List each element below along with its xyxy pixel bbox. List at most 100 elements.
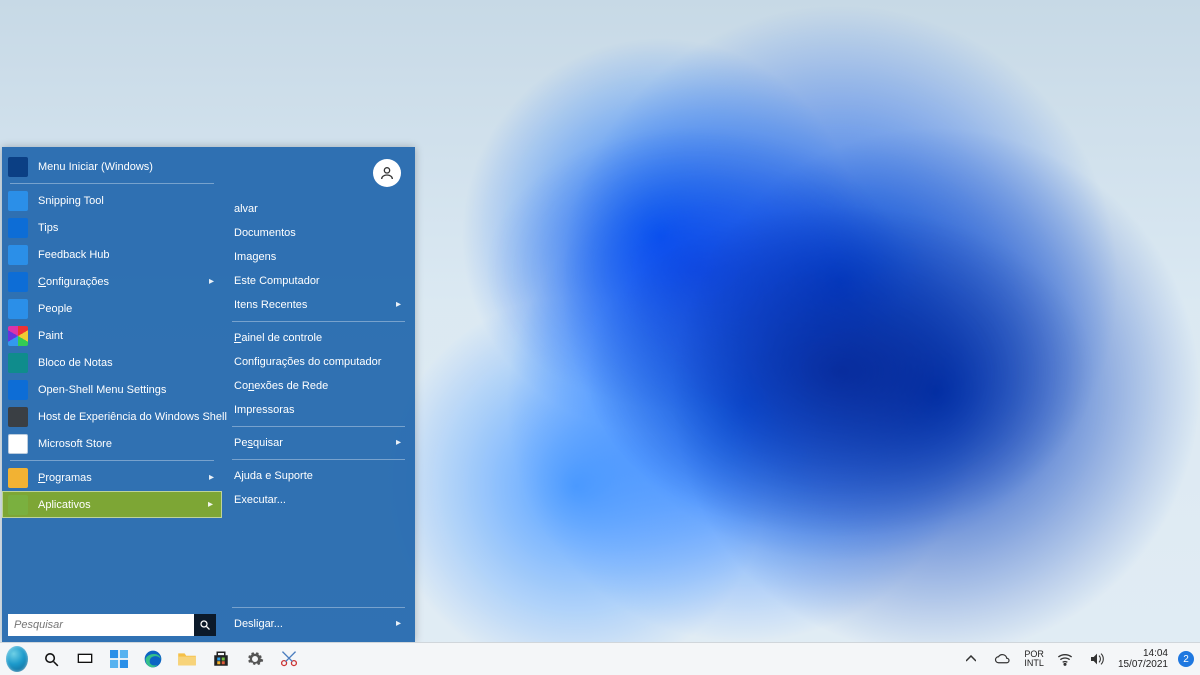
task-view-icon [77,652,93,666]
taskbar: POR INTL 14:04 15/07/2021 2 [0,642,1200,675]
pinned-app-item[interactable]: Aplicativos [2,491,222,518]
pinned-app-item[interactable]: Menu Iniciar (Windows) [2,153,222,180]
palette-icon [8,326,28,346]
start-tile-icon [8,157,28,177]
pinned-app-item[interactable]: Configurações [2,268,222,295]
divider [232,607,405,608]
task-view-button[interactable] [74,648,96,670]
lightbulb-icon [8,218,28,238]
search-input[interactable] [8,614,194,636]
places-item-label: Ajuda e Suporte [234,470,313,482]
snip-icon [279,650,299,668]
places-item-label: Itens Recentes [234,299,307,311]
places-item[interactable]: Pesquisar [228,431,409,455]
places-item-label: Este Computador [234,275,320,287]
places-item[interactable]: Imagens [228,245,409,269]
pinned-app-item[interactable]: Host de Experiência do Windows Shell [2,403,222,430]
gear-icon [8,272,28,292]
pinned-apps-list: Menu Iniciar (Windows) Snipping Tool Tips F… [2,147,222,610]
start-button[interactable] [6,648,28,670]
weather-button[interactable] [992,648,1014,670]
folder-icon [177,651,197,667]
places-item-label: Executar... [234,494,286,506]
places-item[interactable]: Configurações do computador [228,350,409,374]
menu-item-label: Aplicativos [38,499,91,511]
volume-button[interactable] [1086,648,1108,670]
folder-icon [8,468,28,488]
shell-icon [8,380,28,400]
places-item[interactable]: Conexões de Rede [228,374,409,398]
places-item-label: Pesquisar [234,437,283,449]
clock[interactable]: 14:04 15/07/2021 [1118,648,1168,670]
menu-item-label: Microsoft Store [38,438,112,450]
menu-item-label: Snipping Tool [38,195,104,207]
menu-item-label: Programas [38,472,92,484]
edge-button[interactable] [142,648,164,670]
pinned-app-item[interactable]: Paint [2,322,222,349]
menu-item-label: Open-Shell Menu Settings [38,384,166,396]
taskbar-pinned [6,648,300,670]
places-item[interactable]: Painel de controle [228,326,409,350]
language-indicator[interactable]: POR INTL [1024,650,1044,668]
pinned-app-item[interactable]: People [2,295,222,322]
people-icon [8,299,28,319]
taskbar-search-button[interactable] [40,648,62,670]
divider [10,183,214,184]
places-item[interactable]: Impressoras [228,398,409,422]
places-item-label: Imagens [234,251,276,263]
places-item-label: Impressoras [234,404,295,416]
chevron-up-icon [966,655,976,663]
store-button[interactable] [210,648,232,670]
snip-button[interactable] [278,648,300,670]
divider [232,426,405,427]
places-item[interactable]: Executar... [228,488,409,512]
person-icon [8,245,28,265]
pinned-app-item[interactable]: Bloco de Notas [2,349,222,376]
widgets-button[interactable] [108,648,130,670]
file-explorer-button[interactable] [176,648,198,670]
start-menu-right-column: alvar Documentos Imagens Este Computador It… [222,147,415,642]
user-name-item[interactable]: alvar [228,197,409,221]
pinned-app-item[interactable]: Snipping Tool [2,187,222,214]
user-avatar[interactable] [373,159,401,187]
start-menu: Menu Iniciar (Windows) Snipping Tool Tips F… [2,147,415,642]
wifi-icon [1057,652,1073,666]
user-row [228,155,409,197]
time-label: 14:04 [1143,648,1168,659]
places-item[interactable]: Documentos [228,221,409,245]
date-label: 15/07/2021 [1118,659,1168,670]
pinned-app-item[interactable]: Programas [2,464,222,491]
magnifier-icon [43,651,60,668]
gear-icon [246,650,264,668]
menu-item-label: People [38,303,72,315]
notification-badge[interactable]: 2 [1178,651,1194,667]
settings-button[interactable] [244,648,266,670]
menu-item-label: Menu Iniciar (Windows) [38,161,153,173]
speaker-icon [1089,652,1105,666]
menu-item-label: Bloco de Notas [38,357,113,369]
cloud-icon [994,652,1012,666]
divider [10,460,214,461]
pinned-app-item[interactable]: Feedback Hub [2,241,222,268]
places-item[interactable]: Itens Recentes [228,293,409,317]
places-item[interactable]: Este Computador [228,269,409,293]
pinned-app-item[interactable]: Microsoft Store [2,430,222,457]
search-button[interactable] [194,614,216,636]
wifi-button[interactable] [1054,648,1076,670]
shell-host-icon [8,407,28,427]
places-item-label: Documentos [234,227,296,239]
pinned-app-item[interactable]: Open-Shell Menu Settings [2,376,222,403]
widgets-icon [110,650,128,668]
store-icon [8,434,28,454]
power-button[interactable]: Desligar... [228,612,409,636]
places-item[interactable]: Ajuda e Suporte [228,464,409,488]
menu-item-label: Feedback Hub [38,249,110,261]
apps-folder-icon [8,495,28,515]
notepad-icon [8,353,28,373]
pinned-app-item[interactable]: Tips [2,214,222,241]
places-item-label: Conexões de Rede [234,380,328,392]
lang-bottom: INTL [1024,659,1044,668]
tray-overflow-button[interactable] [960,648,982,670]
places-item-label: Painel de controle [234,332,322,344]
menu-item-label: Tips [38,222,58,234]
